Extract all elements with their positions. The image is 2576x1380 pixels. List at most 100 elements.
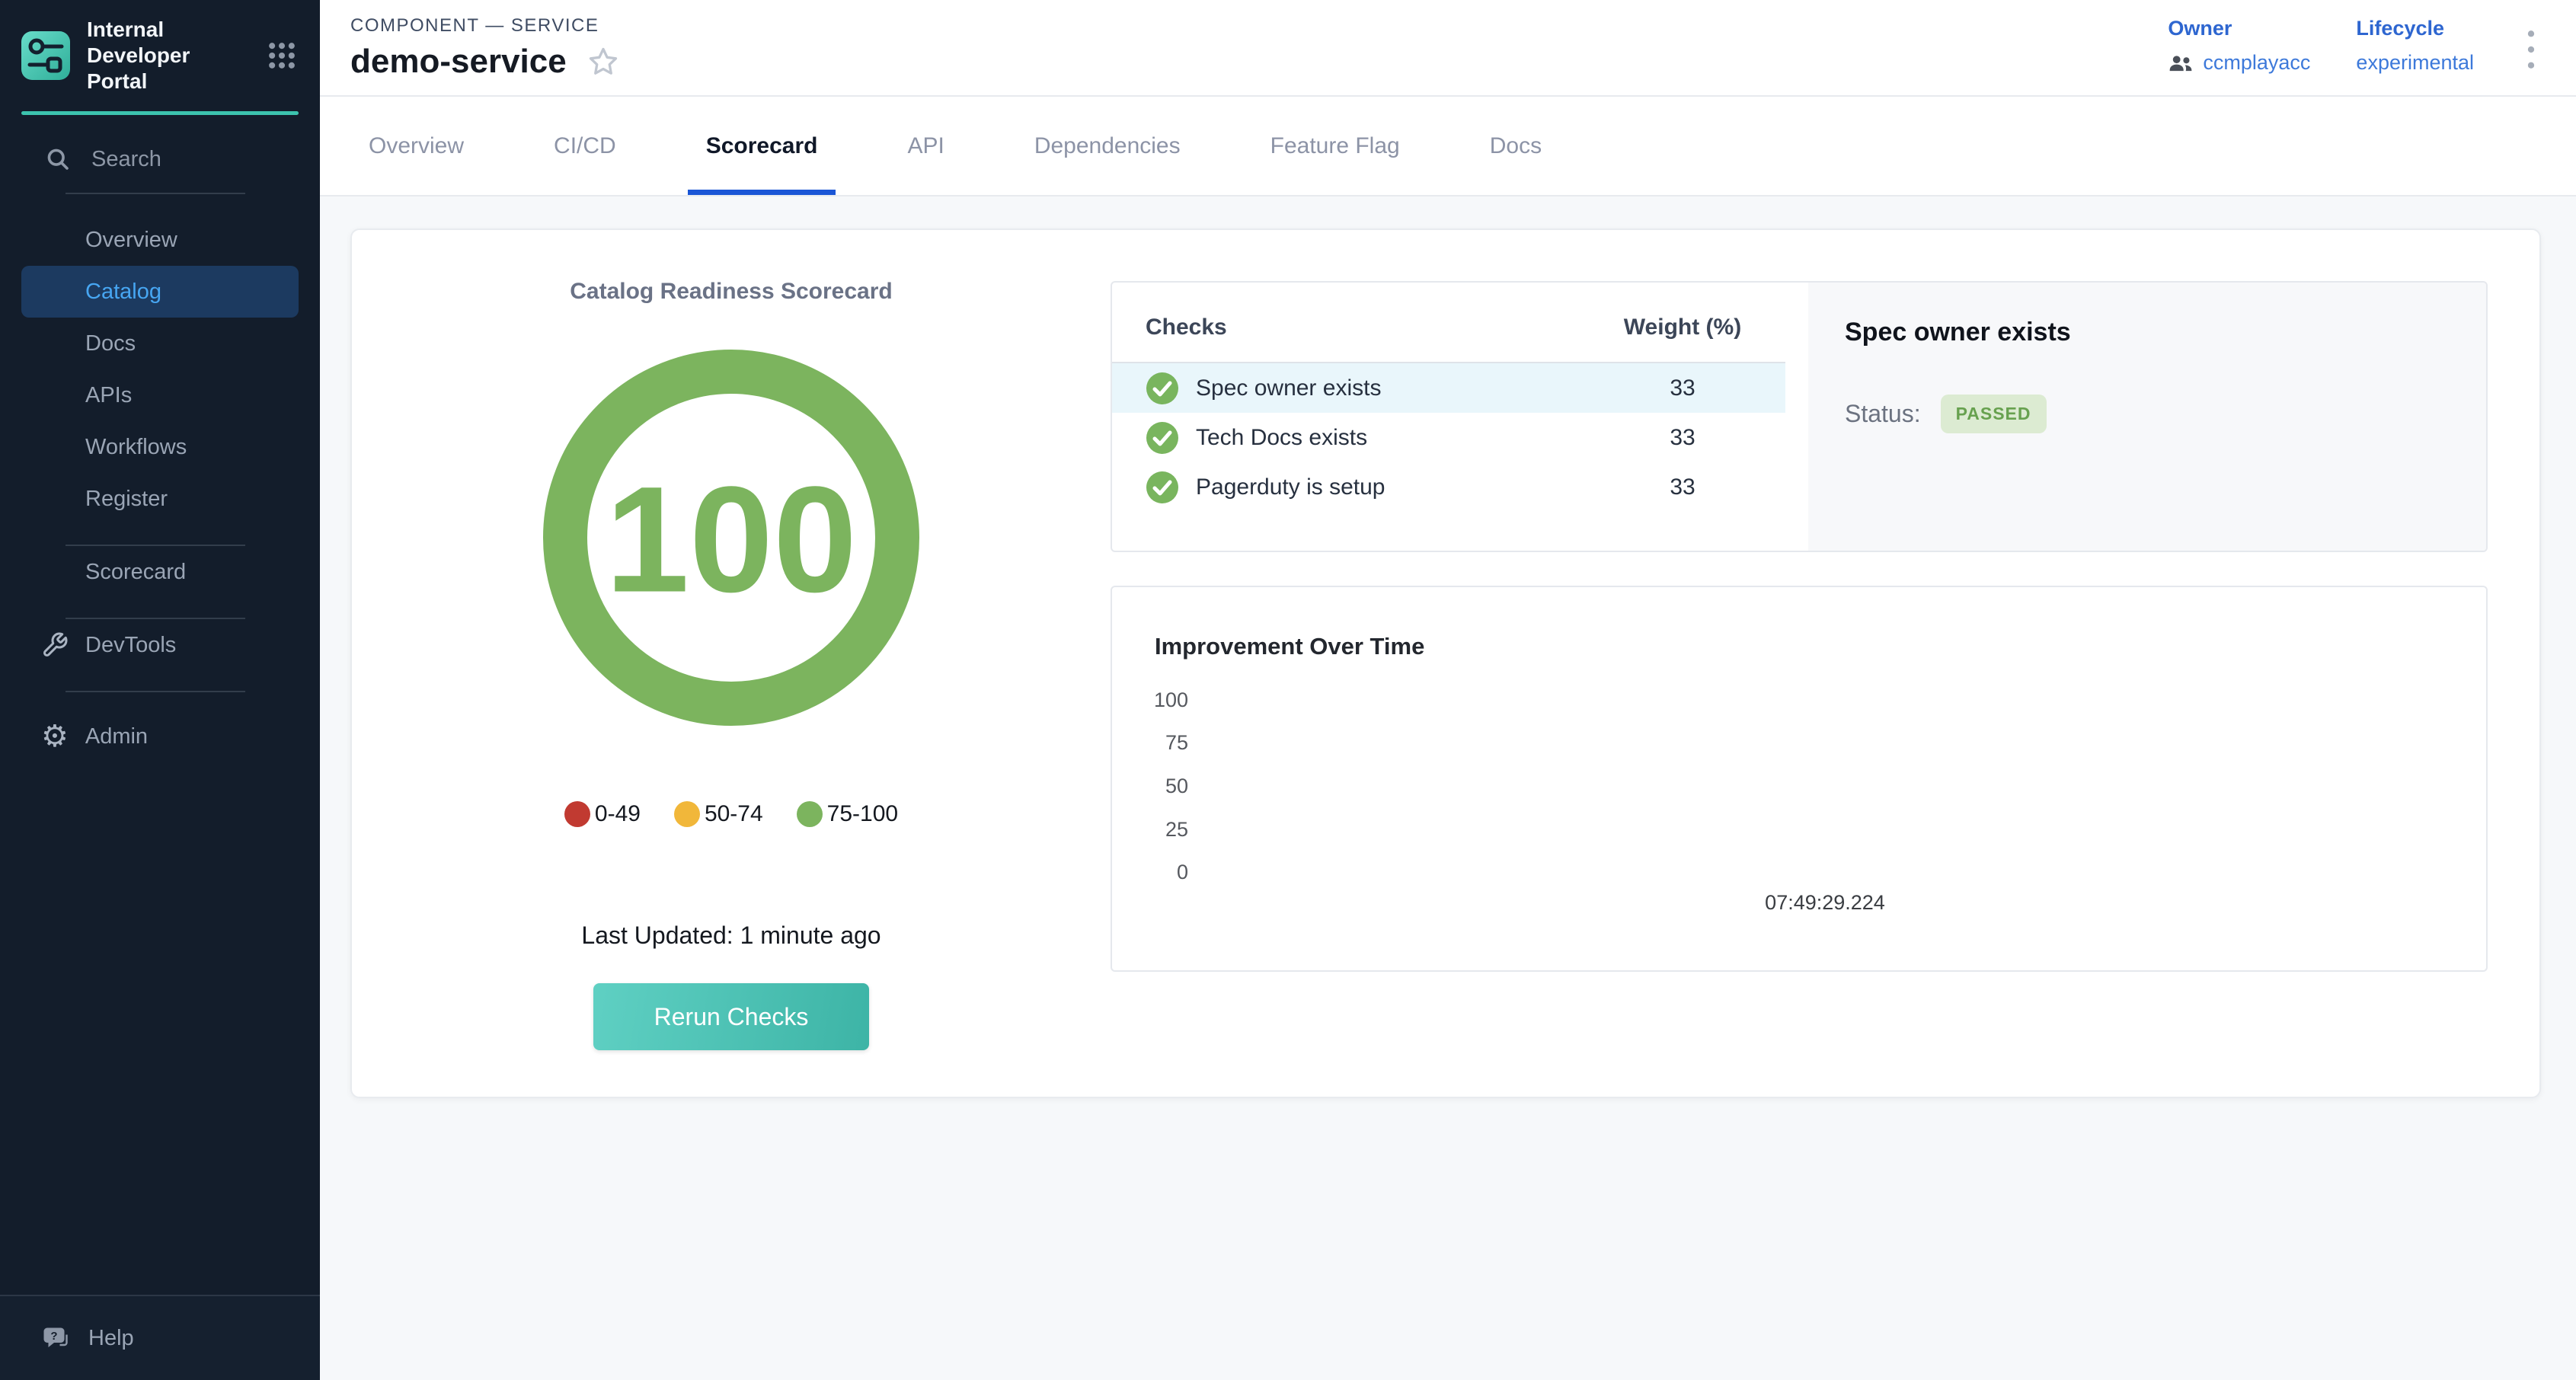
sidebar-item-register[interactable]: Register [0,473,320,525]
svg-text:?: ? [50,1330,57,1343]
y-axis-tick: 75 [1112,731,1188,755]
sidebar-item-label: APIs [85,383,132,408]
check-row-tech-docs[interactable]: Tech Docs exists 33 [1112,413,1785,462]
score-value: 100 [606,455,857,624]
tab-label: Dependencies [1034,133,1181,159]
sidebar-item-label: Catalog [85,280,161,305]
chart-title: Improvement Over Time [1155,633,1424,660]
check-passed-icon [1146,372,1179,405]
entity-header: COMPONENT — SERVICE demo-service Owner [320,0,2576,97]
lifecycle-value: experimental [2356,51,2474,75]
checks-table-header: Checks Weight (%) [1112,315,1785,340]
apps-grid-icon[interactable] [265,39,299,72]
check-passed-icon [1146,421,1179,455]
sidebar-nav: Overview Catalog Docs APIs Workflows Reg… [0,214,320,762]
sidebar-item-label: Register [85,487,168,512]
status-label: Status: [1845,400,1921,428]
check-row-spec-owner[interactable]: Spec owner exists 33 [1112,363,1785,413]
sidebar-item-help[interactable]: ? Help [0,1295,320,1380]
sidebar-item-docs[interactable]: Docs [0,318,320,369]
sidebar-item-scorecard[interactable]: Scorecard [0,546,320,598]
tab-label: Scorecard [706,133,818,159]
tab-label: API [907,133,944,159]
scorecard-title: Catalog Readiness Scorecard [570,279,893,305]
y-axis-tick: 0 [1112,861,1188,884]
owner-block: Owner ccmplayacc [2168,17,2310,75]
legend-dot-red [564,801,590,827]
owner-link[interactable]: ccmplayacc [2203,51,2310,75]
checks-table: Checks Weight (%) Spec owner exists [1112,283,1785,551]
lifecycle-block: Lifecycle experimental [2356,17,2474,75]
legend-dot-green [797,801,823,827]
status-badge: PASSED [1941,395,2047,433]
scorecard-board: Catalog Readiness Scorecard 100 0-49 50-… [350,228,2541,1098]
tab-cicd[interactable]: CI/CD [535,97,634,195]
tab-dependencies[interactable]: Dependencies [1016,97,1199,195]
score-column: Catalog Readiness Scorecard 100 0-49 50-… [352,230,1111,1097]
wrench-icon [41,631,69,659]
x-axis-tick: 07:49:29.224 [1765,891,1885,915]
tab-label: Feature Flag [1270,133,1400,159]
check-weight-value: 33 [1580,474,1785,500]
sidebar-item-label: Overview [85,228,177,253]
kebab-menu-icon[interactable] [2520,17,2542,82]
tab-feature-flag[interactable]: Feature Flag [1252,97,1418,195]
y-axis-tick: 50 [1112,775,1188,798]
tab-api[interactable]: API [889,97,962,195]
owner-label: Owner [2168,17,2310,40]
check-detail-panel: Spec owner exists Status: PASSED [1808,283,2486,551]
score-legend: 0-49 50-74 75-100 [564,801,898,827]
help-chat-icon: ? [41,1324,72,1352]
sidebar-item-label: Docs [85,331,136,356]
sidebar-item-label: Workflows [85,435,187,460]
sidebar-item-apis[interactable]: APIs [0,369,320,421]
improvement-chart-card: Improvement Over Time 100 75 50 25 0 07:… [1111,586,2488,972]
tab-label: CI/CD [554,133,616,159]
sidebar-item-admin[interactable]: ⚙ Admin [0,711,320,762]
sidebar: Internal Developer Portal Search Overvie… [0,0,320,1380]
check-weight-value: 33 [1580,375,1785,401]
search-label: Search [91,147,161,172]
sidebar-item-catalog[interactable]: Catalog [21,266,299,318]
detail-column: Checks Weight (%) Spec owner exists [1111,230,2539,1097]
gear-icon: ⚙ [41,721,69,752]
sidebar-item-label: Scorecard [85,560,186,585]
main-area: COMPONENT — SERVICE demo-service Owner [320,0,2576,1380]
y-axis-tick: 100 [1112,688,1188,712]
tab-overview[interactable]: Overview [350,97,482,195]
lifecycle-label: Lifecycle [2356,17,2474,40]
rerun-checks-button[interactable]: Rerun Checks [593,983,869,1050]
sidebar-item-label: Admin [85,724,148,749]
checks-card: Checks Weight (%) Spec owner exists [1111,281,2488,552]
tab-docs[interactable]: Docs [1472,97,1560,195]
sidebar-item-label: Help [88,1326,134,1351]
check-weight-value: 33 [1580,425,1785,451]
favorite-star-icon[interactable] [586,45,620,78]
check-name-text: Spec owner exists [1196,375,1381,401]
check-passed-icon [1146,471,1179,504]
sidebar-item-label: DevTools [85,633,176,658]
page-title: demo-service [350,43,567,81]
group-icon [2168,53,2194,73]
app-logo[interactable] [21,31,70,80]
tab-label: Docs [1490,133,1542,159]
sidebar-item-workflows[interactable]: Workflows [0,421,320,473]
check-detail-title: Spec owner exists [1845,318,2450,347]
sidebar-search[interactable]: Search [0,115,320,173]
sidebar-item-overview[interactable]: Overview [0,214,320,266]
weight-column-header: Weight (%) [1580,315,1785,340]
divider [66,691,245,692]
search-icon [44,145,72,173]
last-updated-text: Last Updated: 1 minute ago [581,922,881,950]
tab-scorecard[interactable]: Scorecard [688,97,836,195]
entity-tabs: Overview CI/CD Scorecard API Dependencie… [320,97,2576,196]
breadcrumb: COMPONENT — SERVICE [350,15,599,37]
check-name-text: Pagerduty is setup [1196,474,1385,500]
divider [66,193,245,194]
check-row-pagerduty[interactable]: Pagerduty is setup 33 [1112,462,1785,512]
legend-item-high: 75-100 [797,801,898,827]
legend-item-low: 0-49 [564,801,641,827]
sidebar-item-devtools[interactable]: DevTools [0,619,320,671]
app-logo-row: Internal Developer Portal [0,0,320,110]
legend-label: 50-74 [705,801,763,827]
